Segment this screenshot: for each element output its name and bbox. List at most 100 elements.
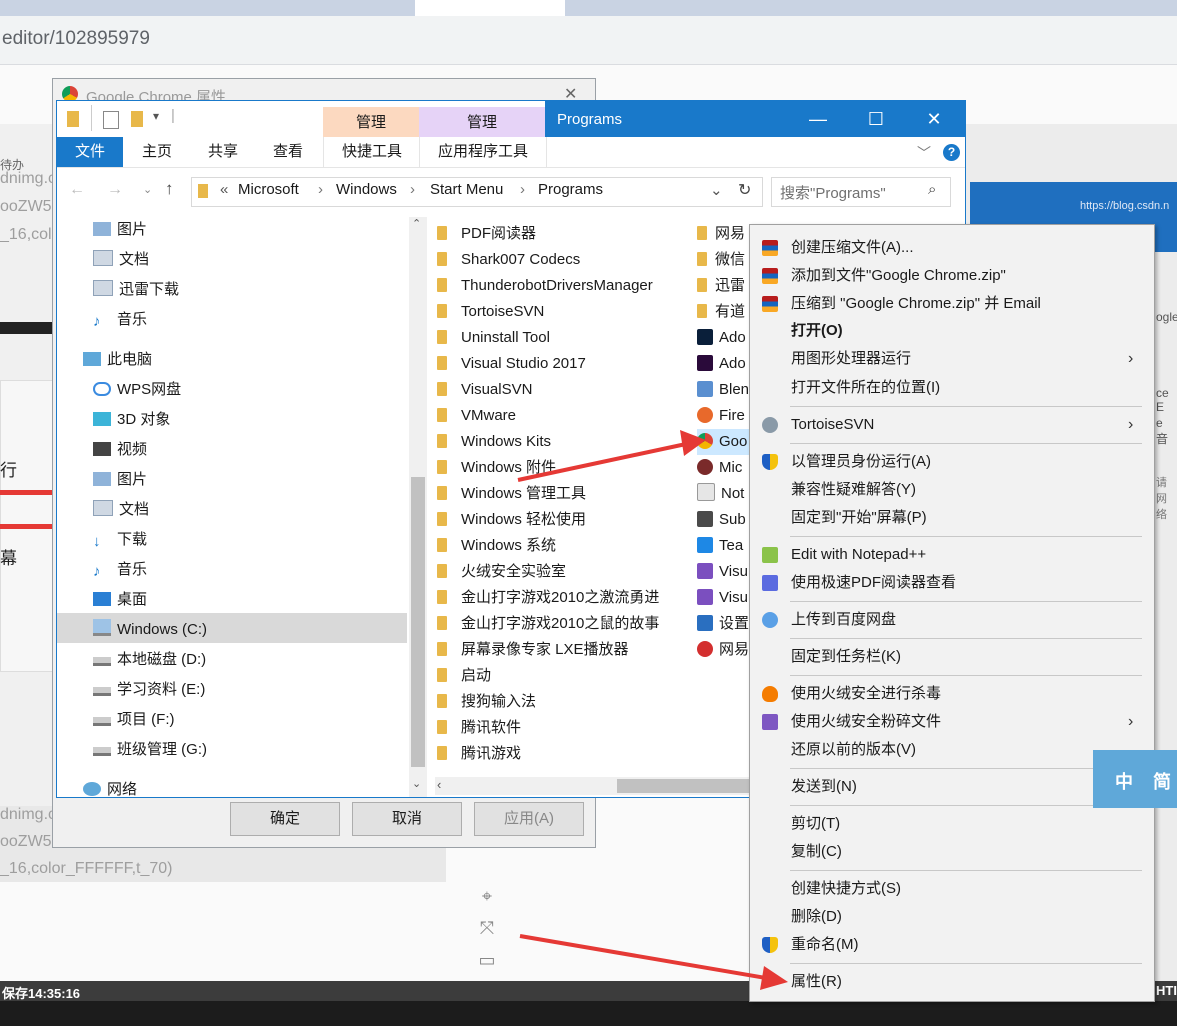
maximize-button[interactable]: ☐ bbox=[847, 101, 905, 137]
list-item[interactable]: Windows 轻松使用 bbox=[437, 507, 586, 533]
menu-item-add-to-zip[interactable]: 添加到文件"Google Chrome.zip" bbox=[750, 262, 1154, 290]
recent-icon[interactable]: ⌄ bbox=[143, 183, 152, 196]
list-item[interactable]: Ado bbox=[697, 351, 746, 377]
menu-item-huorong-scan[interactable]: 使用火绒安全进行杀毒 bbox=[750, 680, 1154, 708]
tab-app-tools[interactable]: 应用程序工具 bbox=[419, 137, 547, 167]
ime-zh-label[interactable]: 中 bbox=[1115, 768, 1133, 794]
scroll-left-icon[interactable]: ‹ bbox=[437, 777, 441, 792]
breadcrumb-prefix[interactable]: « bbox=[220, 181, 228, 198]
nav-item-drive-d[interactable]: 本地磁盘 (D:) bbox=[93, 645, 206, 675]
list-item[interactable]: 腾讯软件 bbox=[437, 715, 521, 741]
list-item[interactable]: Windows 系统 bbox=[437, 533, 556, 559]
tab-view[interactable]: 查看 bbox=[257, 137, 319, 167]
properties-icon[interactable] bbox=[103, 111, 119, 129]
list-item[interactable]: 设置 bbox=[697, 611, 749, 637]
tab-share[interactable]: 共享 bbox=[193, 137, 253, 167]
tab-shortcut-tools[interactable]: 快捷工具 bbox=[323, 137, 420, 167]
list-item[interactable]: Windows Kits bbox=[437, 429, 551, 455]
nav-item-3d-objects[interactable]: 3D 对象 bbox=[93, 405, 170, 435]
horizontal-scrollbar-thumb[interactable] bbox=[617, 779, 749, 793]
list-item[interactable]: VisualSVN bbox=[437, 377, 532, 403]
menu-item-run-as-admin[interactable]: 以管理员身份运行(A) bbox=[750, 448, 1154, 476]
breadcrumb-item[interactable]: Microsoft bbox=[238, 181, 299, 198]
search-input[interactable]: 搜索"Programs" ⌕ bbox=[771, 177, 951, 207]
menu-item-run-with-gpu[interactable]: 用图形处理器运行 › bbox=[750, 345, 1154, 373]
list-item[interactable]: VMware bbox=[437, 403, 516, 429]
list-item[interactable]: Visu bbox=[697, 559, 748, 585]
menu-item-upload-baidu[interactable]: 上传到百度网盘 bbox=[750, 606, 1154, 634]
tab-file[interactable]: 文件 bbox=[57, 137, 123, 167]
list-item[interactable]: Mic bbox=[697, 455, 742, 481]
chevron-down-icon[interactable]: ▾ bbox=[153, 109, 159, 123]
up-icon[interactable]: ↑ bbox=[165, 179, 174, 199]
nav-item-desktop[interactable]: 桌面 bbox=[93, 585, 147, 615]
minimize-button[interactable]: — bbox=[789, 101, 847, 137]
list-item[interactable]: 有道 bbox=[697, 299, 745, 325]
cancel-button[interactable]: 取消 bbox=[352, 802, 462, 836]
expand-ribbon-icon[interactable]: ﹀ bbox=[917, 143, 931, 163]
expand-icon[interactable]: ⤧ bbox=[472, 912, 502, 944]
search-icon[interactable]: ⌕ bbox=[928, 181, 936, 198]
list-item[interactable]: Sub bbox=[697, 507, 746, 533]
list-item[interactable]: Fire bbox=[697, 403, 745, 429]
list-item[interactable]: Not bbox=[697, 481, 744, 507]
close-button[interactable]: ✕ bbox=[905, 101, 963, 137]
tab-manage-shortcut[interactable]: 管理 bbox=[323, 107, 419, 137]
list-item[interactable]: 金山打字游戏2010之鼠的故事 bbox=[437, 611, 659, 637]
menu-item-tortoisesvn[interactable]: TortoiseSVN › bbox=[750, 411, 1154, 439]
list-item[interactable]: TortoiseSVN bbox=[437, 299, 544, 325]
new-folder-icon[interactable] bbox=[131, 111, 143, 127]
menu-item-troubleshoot-compat[interactable]: 兼容性疑难解答(Y) bbox=[750, 476, 1154, 504]
ime-language-widget[interactable]: 中 简 bbox=[1093, 750, 1177, 808]
refresh-icon[interactable]: ↻ bbox=[738, 180, 751, 200]
nav-item-music[interactable]: ♪ 音乐 bbox=[93, 305, 147, 335]
browser-tab[interactable] bbox=[565, 0, 1177, 16]
menu-item-pin-to-taskbar[interactable]: 固定到任务栏(K) bbox=[750, 643, 1154, 671]
menu-item-open-pdf-reader[interactable]: 使用极速PDF阅读器查看 bbox=[750, 569, 1154, 597]
nav-scrollbar-thumb[interactable] bbox=[411, 477, 425, 767]
address-bar[interactable] bbox=[0, 16, 1177, 65]
menu-item-copy[interactable]: 复制(C) bbox=[750, 838, 1154, 866]
list-item-selected[interactable]: Goo bbox=[697, 429, 757, 455]
scroll-up-icon[interactable]: ⌃ bbox=[412, 217, 421, 230]
menu-item-create-shortcut[interactable]: 创建快捷方式(S) bbox=[750, 875, 1154, 903]
list-item[interactable]: Visu bbox=[697, 585, 748, 611]
nav-item-thunder-download[interactable]: 迅雷下载 bbox=[93, 275, 179, 305]
nav-item-drive-e[interactable]: 学习资料 (E:) bbox=[93, 675, 205, 705]
breadcrumb[interactable]: « Microsoft › Windows › Start Menu › Pro… bbox=[191, 177, 763, 207]
nav-item-documents[interactable]: 文档 bbox=[93, 245, 149, 275]
list-item[interactable]: Windows 管理工具 bbox=[437, 481, 586, 507]
nav-item-videos[interactable]: 视频 bbox=[93, 435, 147, 465]
nav-item-pictures[interactable]: 图片 bbox=[93, 215, 147, 245]
list-item[interactable]: 微信 bbox=[697, 247, 745, 273]
breadcrumb-item[interactable]: Programs bbox=[538, 181, 603, 198]
menu-item-pin-to-start[interactable]: 固定到"开始"屏幕(P) bbox=[750, 504, 1154, 532]
menu-item-open-file-location[interactable]: 打开文件所在的位置(I) bbox=[750, 374, 1154, 402]
list-item[interactable]: 迅雷 bbox=[697, 273, 745, 299]
menu-item-cut[interactable]: 剪切(T) bbox=[750, 810, 1154, 838]
forward-icon[interactable]: → bbox=[107, 181, 123, 199]
list-item[interactable]: 网易 bbox=[697, 637, 749, 663]
menu-item-edit-notepadpp[interactable]: Edit with Notepad++ bbox=[750, 541, 1154, 569]
browser-tab[interactable] bbox=[0, 0, 415, 16]
menu-item-properties[interactable]: 属性(R) bbox=[750, 968, 1154, 996]
nav-item-drive-c[interactable]: Windows (C:) bbox=[93, 615, 207, 645]
nav-item-drive-g[interactable]: 班级管理 (G:) bbox=[93, 735, 207, 765]
nav-item-pictures-2[interactable]: 图片 bbox=[93, 465, 147, 495]
target-icon[interactable]: ⌖ bbox=[472, 880, 502, 912]
list-item[interactable]: 网易 bbox=[697, 221, 745, 247]
screen-icon[interactable]: ▭ bbox=[472, 944, 502, 976]
list-item[interactable]: Blen bbox=[697, 377, 749, 403]
nav-item-wps-cloud[interactable]: WPS网盘 bbox=[93, 375, 181, 405]
nav-item-this-pc[interactable]: 此电脑 bbox=[83, 345, 152, 375]
list-item[interactable]: Ado bbox=[697, 325, 746, 351]
nav-item-drive-f[interactable]: 项目 (F:) bbox=[93, 705, 175, 735]
list-item[interactable]: Visual Studio 2017 bbox=[437, 351, 586, 377]
list-item[interactable]: Uninstall Tool bbox=[437, 325, 550, 351]
tab-manage-app[interactable]: 管理 bbox=[419, 107, 545, 137]
list-item[interactable]: 启动 bbox=[437, 663, 491, 689]
list-item[interactable]: 搜狗输入法 bbox=[437, 689, 536, 715]
menu-item-open[interactable]: 打开(O) bbox=[750, 317, 1154, 345]
list-item[interactable]: Windows 附件 bbox=[437, 455, 556, 481]
menu-item-rename[interactable]: 重命名(M) bbox=[750, 931, 1154, 959]
